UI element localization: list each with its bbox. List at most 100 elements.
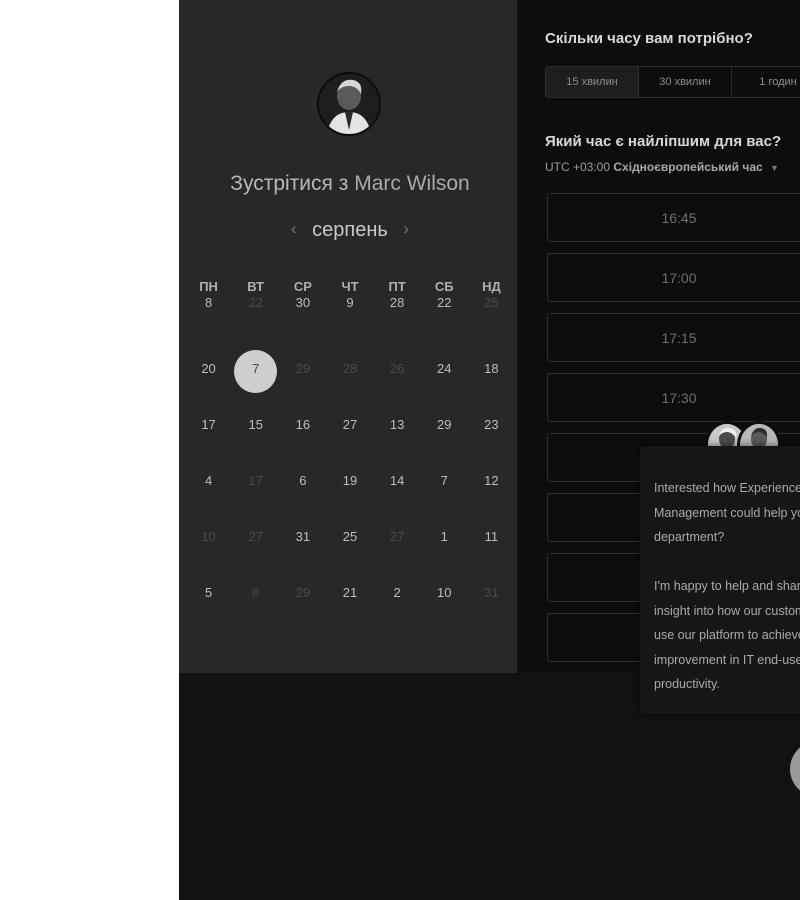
- calendar-day: 27: [374, 519, 421, 575]
- chevron-left-icon[interactable]: ‹: [281, 219, 307, 239]
- month-navigation: ‹ серпень ›: [179, 219, 521, 242]
- calendar-day-number: 14: [389, 473, 405, 488]
- time-slot-button[interactable]: 17:15: [547, 313, 800, 362]
- calendar-day: 31: [468, 575, 515, 631]
- calendar-day[interactable]: 12: [468, 463, 515, 519]
- duration-question: Скільки часу вам потрібно?: [545, 30, 753, 47]
- calendar-day[interactable]: 5: [185, 575, 232, 631]
- duration-option-60[interactable]: 1 годин: [732, 67, 800, 97]
- weekday-label: ВТ: [247, 279, 265, 294]
- chat-message-line: department?: [654, 530, 725, 544]
- calendar-day-number: 25: [484, 295, 499, 310]
- calendar-day[interactable]: 30: [279, 295, 326, 351]
- calendar-day[interactable]: 28: [374, 295, 421, 351]
- calendar-day[interactable]: 1: [421, 519, 468, 575]
- calendar-day: 22: [232, 295, 279, 351]
- chevron-right-icon[interactable]: ›: [393, 219, 419, 239]
- calendar-day-selected[interactable]: 7: [232, 350, 279, 407]
- calendar-day-number: 9: [346, 295, 354, 310]
- chat-message-line: I'm happy to help and share: [654, 579, 800, 593]
- calendar-day[interactable]: 31: [279, 519, 326, 575]
- weekday-label: ПТ: [388, 279, 406, 294]
- timezone-selector[interactable]: UTC +03:00 Східноєвропейський час ▼: [545, 160, 779, 174]
- calendar-day[interactable]: 4: [185, 463, 232, 519]
- calendar-day[interactable]: 19: [326, 463, 373, 519]
- calendar-day-number: 10: [201, 529, 216, 544]
- weekday-label: СБ: [434, 279, 454, 294]
- calendar-day-number: 4: [204, 473, 213, 488]
- calendar-day: 10: [185, 519, 232, 575]
- calendar-day[interactable]: 13: [374, 407, 421, 463]
- weekday-label: НД: [482, 279, 501, 294]
- month-label: серпень: [312, 219, 388, 241]
- calendar-day: 27: [232, 519, 279, 575]
- calendar-day[interactable]: 16: [279, 407, 326, 463]
- calendar-day-number: 27: [342, 417, 358, 432]
- calendar-day-number: 17: [248, 473, 263, 488]
- calendar-day-number: 24: [437, 361, 452, 376]
- duration-option-15[interactable]: 15 хвилин: [546, 67, 639, 97]
- meeting-title-prefix: Зустрітися з: [230, 172, 349, 195]
- calendar-day[interactable]: 20: [185, 351, 232, 407]
- weekday-label: ЧТ: [341, 279, 359, 294]
- calendar-day[interactable]: 27: [326, 407, 373, 463]
- weekday-label: СР: [293, 279, 312, 294]
- calendar-day-number: 13: [389, 417, 405, 432]
- calendar-day-number: 25: [342, 529, 358, 544]
- chat-message-line: use our platform to achieve: [654, 628, 800, 642]
- calendar-day[interactable]: 22: [421, 295, 468, 351]
- calendar-day[interactable]: 24: [421, 351, 468, 407]
- time-slot-button[interactable]: 17:30: [547, 373, 800, 422]
- calendar-day-number: 29: [295, 585, 311, 600]
- calendar-day[interactable]: 23: [468, 407, 515, 463]
- calendar-day[interactable]: 21: [326, 575, 373, 631]
- calendar-day: 17: [232, 463, 279, 519]
- calendar-day[interactable]: 2: [374, 575, 421, 631]
- calendar-day-number: 21: [342, 585, 358, 600]
- calendar-day-number: 27: [248, 529, 263, 544]
- calendar-day[interactable]: 11: [468, 519, 515, 575]
- calendar-day-number: 5: [204, 585, 213, 600]
- calendar-day-number: 8: [252, 585, 260, 600]
- calendar-day[interactable]: 8: [185, 295, 232, 351]
- calendar-day[interactable]: 10: [421, 575, 468, 631]
- host-name: Marc Wilson: [354, 172, 470, 195]
- chat-launcher-button[interactable]: [790, 741, 800, 797]
- chat-message-line: Management could help your: [654, 505, 800, 520]
- calendar-day-number: 12: [484, 473, 499, 488]
- duration-option-30[interactable]: 30 хвилин: [639, 67, 732, 97]
- meeting-title: Зустрітися з Marc Wilson: [179, 172, 521, 196]
- chat-message-popup[interactable]: Interested how Experience Management coul…: [640, 446, 800, 714]
- calendar-day-number: 8: [204, 295, 213, 310]
- calendar-day[interactable]: 25: [326, 519, 373, 575]
- calendar-day-number: 15: [248, 417, 263, 432]
- calendar-day-number: 7: [440, 473, 448, 488]
- calendar-day: 29: [279, 575, 326, 631]
- calendar-day[interactable]: 6: [279, 463, 326, 519]
- time-slot-button[interactable]: 16:45: [547, 193, 800, 242]
- time-slot-button[interactable]: 17:00: [547, 253, 800, 302]
- calendar-day[interactable]: 7: [421, 463, 468, 519]
- calendar-day-number: 6: [299, 473, 307, 488]
- calendar-day-number: 28: [389, 295, 405, 310]
- chevron-down-icon: ▼: [770, 163, 779, 173]
- calendar-day: 26: [374, 351, 421, 407]
- calendar-day: 8: [232, 575, 279, 631]
- calendar-day-number: 2: [393, 585, 401, 600]
- chat-message-line: insight into how our customers: [654, 603, 800, 618]
- chat-message-line: improvement in IT end-user: [654, 652, 800, 667]
- duration-selector: 15 хвилин 30 хвилин 1 годин: [545, 66, 800, 98]
- calendar-day-number: 1: [440, 529, 448, 544]
- calendar-day-number: 10: [437, 585, 452, 600]
- calendar-day[interactable]: 15: [232, 407, 279, 463]
- calendar-day-number: 20: [201, 361, 216, 376]
- calendar-day[interactable]: 14: [374, 463, 421, 519]
- calendar-day[interactable]: 29: [421, 407, 468, 463]
- calendar-day-number: 30: [295, 295, 311, 310]
- chat-message-line: [654, 550, 800, 575]
- calendar-day[interactable]: 9: [326, 295, 373, 351]
- calendar-day[interactable]: 18: [468, 351, 515, 407]
- calendar-day[interactable]: 17: [185, 407, 232, 463]
- calendar-day-number: 11: [484, 529, 499, 544]
- chat-message-line: productivity.: [654, 677, 720, 691]
